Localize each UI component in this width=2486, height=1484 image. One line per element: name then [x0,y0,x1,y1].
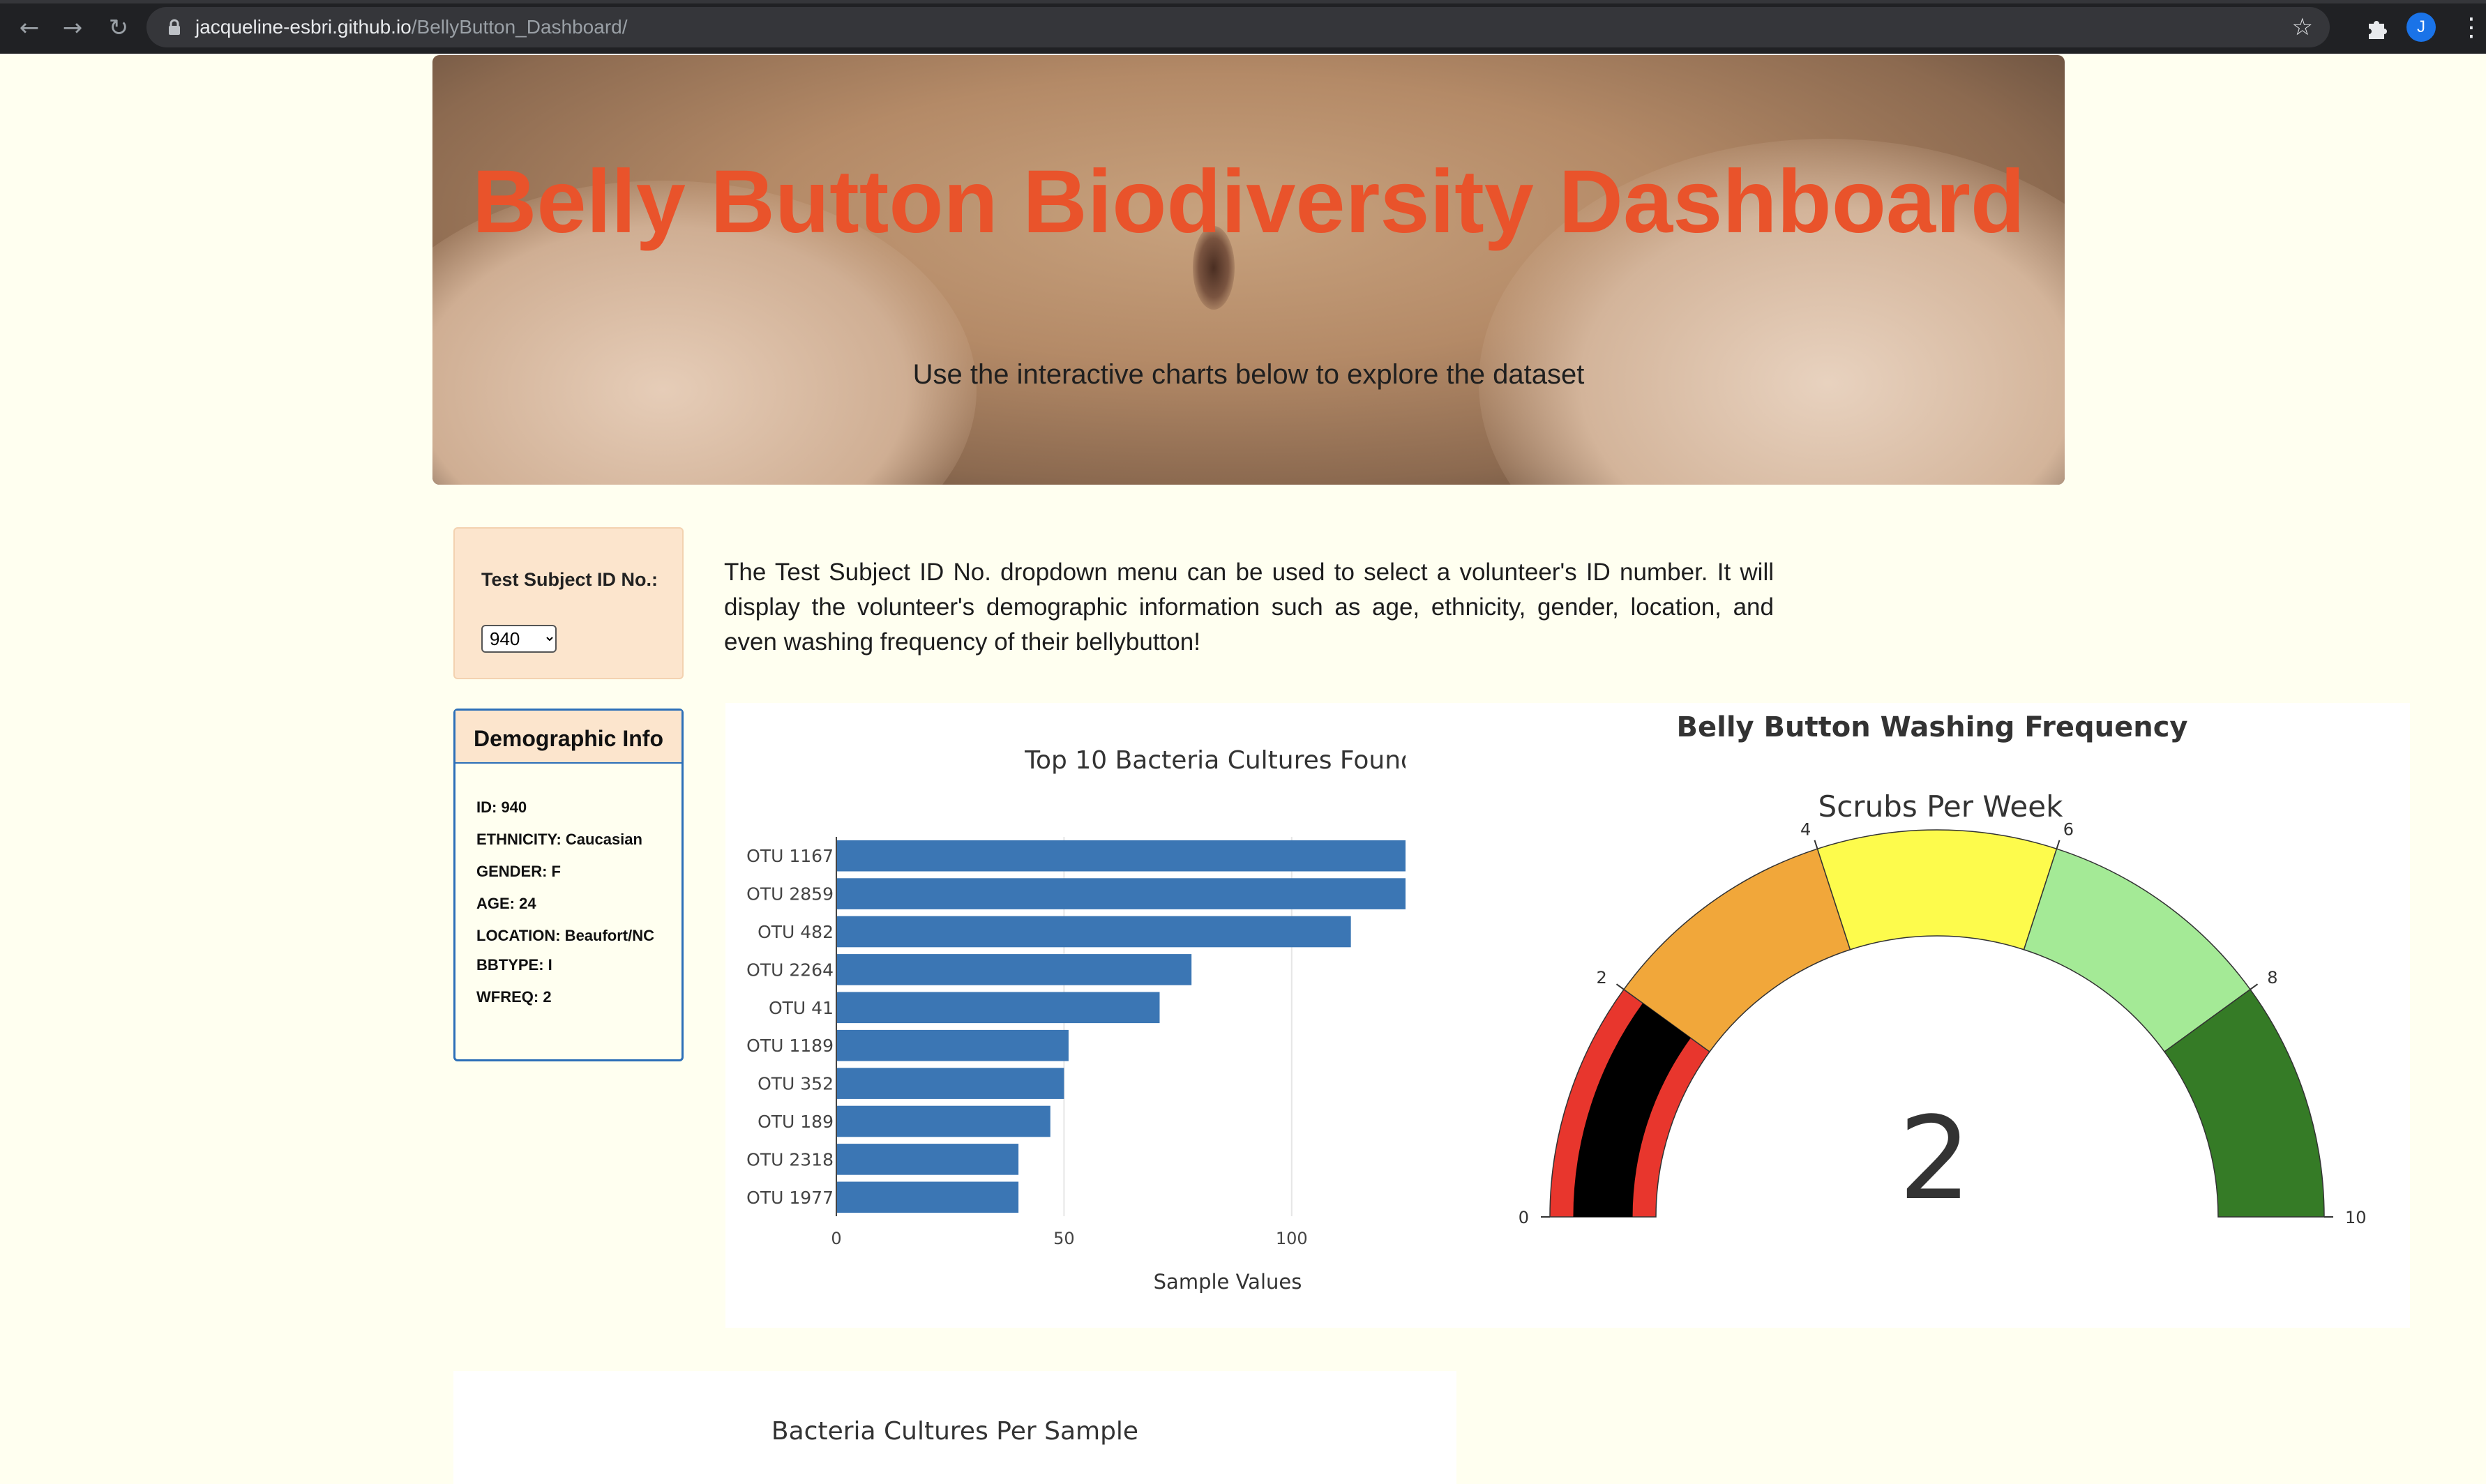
bar-y-tick-label: OTU 1189 [746,1036,834,1056]
gauge-tick-mark [1615,983,1625,990]
gauge-tick-label: 4 [1800,820,1811,840]
demographic-info-panel: Demographic Info ID: 940 ETHNICITY: Cauc… [453,709,684,1061]
bar-x-axis-title: Sample Values [1154,1270,1302,1294]
bar-x-tick-label: 100 [1276,1229,1308,1248]
subject-selector-panel: Test Subject ID No.: 940 [453,527,684,679]
demo-age: AGE: 24 [476,895,536,912]
browser-menu-icon[interactable]: ⋮ [2459,13,2484,43]
gauge-tick-label: 0 [1519,1208,1529,1227]
bar-otu-1977[interactable] [836,1181,1019,1213]
extensions-puzzle-icon[interactable] [2362,13,2393,43]
bar-y-tick-label: OTU 482 [758,922,834,942]
gauge-tick-label: 2 [1596,968,1606,987]
subject-id-label: Test Subject ID No.: [481,569,658,590]
gauge-value: 2 [1899,1092,1971,1225]
profile-avatar[interactable]: J [2406,13,2436,42]
url-path: /BellyButton_Dashboard/ [411,16,628,38]
bar-otu-2318[interactable] [836,1144,1019,1175]
bubble-chart-card: Bacteria Cultures Per Sample [453,1371,1456,1484]
bar-otu-482[interactable] [836,916,1351,948]
bar-y-tick-label: OTU 41 [769,998,834,1018]
bar-y-tick-label: OTU 1167 [746,846,834,866]
url-text[interactable]: jacqueline-esbri.github.io/BellyButton_D… [195,16,628,38]
charts-card: OTU 1167 OTU 2859 OTU 482 OTU 2264 OTU 41 OTU… [725,703,2410,1328]
gauge-tick-label: 10 [2345,1208,2367,1227]
demo-bbtype: BBTYPE: I [476,956,552,974]
bar-otu-1167[interactable] [836,840,1406,872]
bookmark-star-icon[interactable]: ☆ [2292,14,2313,40]
bar-otu-1189[interactable] [836,1029,1069,1061]
url-domain: jacqueline-esbri.github.io [195,16,412,38]
bar-otu-352[interactable] [836,1068,1064,1099]
page-subtitle: Use the interactive charts below to expl… [912,359,1585,390]
bar-otu-2264[interactable] [836,954,1192,985]
forward-arrow-icon[interactable]: → [57,13,88,43]
bar-x-tick-label: 0 [831,1229,841,1248]
demo-gender: GENDER: F [476,863,561,880]
bubble-chart-title: Bacteria Cultures Per Sample [771,1417,1139,1446]
reload-icon[interactable]: ↻ [103,13,134,43]
gauge-tick-mark [2056,840,2061,849]
gauge-tick-label: 6 [2063,820,2074,840]
demographic-info-title: Demographic Info [473,726,663,751]
demo-wfreq: WFREQ: 2 [476,988,552,1006]
intro-paragraph: The Test Subject ID No. dropdown menu ca… [724,559,1774,656]
bar-y-tick-label: OTU 352 [758,1074,834,1094]
lock-icon [169,19,180,35]
tab-strip-edge [0,0,2486,3]
bar-y-tick-label: OTU 1977 [746,1188,834,1208]
gauge-subtitle: Scrubs Per Week [1818,789,2064,824]
demo-ethnicity: ETHNICITY: Caucasian [476,831,642,848]
bar-chart-title: Top 10 Bacteria Cultures Found [1024,746,1417,775]
bar-otu-2859[interactable] [836,878,1406,909]
back-arrow-icon[interactable]: ← [14,13,45,43]
bar-chart[interactable]: OTU 1167 OTU 2859 OTU 482 OTU 2264 OTU 41 OTU… [725,703,1437,1328]
bar-y-tick-label: OTU 2859 [746,884,834,904]
hero-banner: Belly Button Biodiversity Dashboard Use … [432,55,2065,485]
gauge-title: Belly Button Washing Frequency [1677,711,2188,743]
demo-id: ID: 940 [476,798,527,816]
bar-otu-189[interactable] [836,1105,1050,1137]
bar-y-tick-label: OTU 2264 [746,960,834,980]
page-title: Belly Button Biodiversity Dashboard [472,152,2026,252]
bar-otu-41[interactable] [836,992,1160,1024]
address-bar[interactable]: jacqueline-esbri.github.io/BellyButton_D… [146,7,2330,47]
bar-y-tick-label: OTU 2318 [746,1149,834,1169]
demo-location: LOCATION: Beaufort/NC [476,927,655,944]
bar-x-tick-label: 50 [1053,1229,1075,1248]
gauge-tick-mark [1814,840,1818,849]
gauge-tick-label: 8 [2267,968,2277,987]
gauge-step-4-6 [1816,829,2058,951]
bar-y-tick-label: OTU 189 [758,1112,834,1132]
demographic-info-header: Demographic Info [455,711,681,764]
subject-id-dropdown[interactable]: 940 [481,625,557,653]
browser-toolbar: ← → ↻ jacqueline-esbri.github.io/BellyBu… [0,0,2486,54]
demographic-info-body: ID: 940 ETHNICITY: Caucasian GENDER: F A… [476,798,672,1020]
gauge-tick-mark [2250,983,2259,990]
gauge-chart[interactable]: Belly Button Washing Frequency Scrubs Pe… [1437,703,2410,1328]
